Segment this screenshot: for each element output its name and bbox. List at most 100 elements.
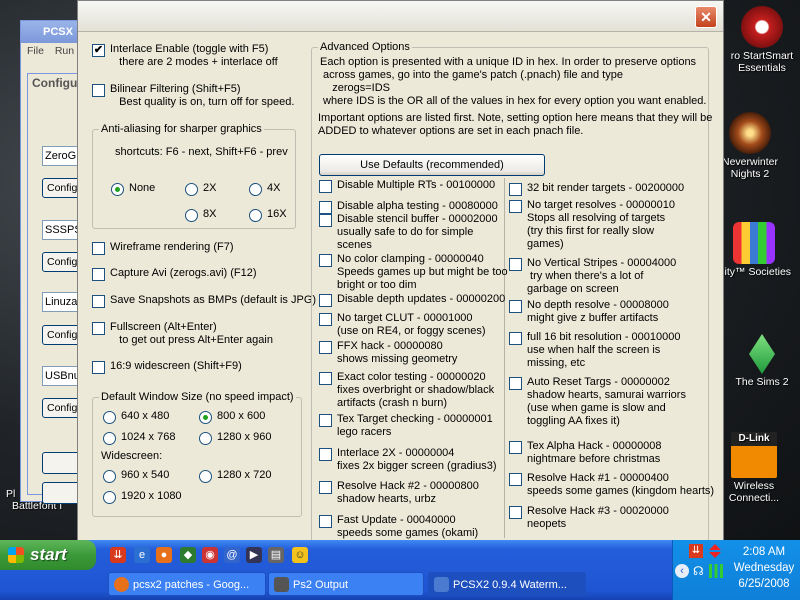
advanced-option-check-box[interactable]: [319, 180, 332, 193]
advanced-option-check-box[interactable]: [319, 414, 332, 427]
quicklaunch-messenger-icon[interactable]: @: [224, 547, 240, 563]
aa-radio-16x-dot[interactable]: [249, 209, 262, 222]
tray-up-arrow-icon[interactable]: [709, 544, 721, 550]
advanced-option-checkbox[interactable]: Disable depth updates - 00000200: [319, 293, 505, 307]
size-radio-1280x960-dot[interactable]: [199, 432, 212, 445]
interlace-check-box[interactable]: ✔: [92, 44, 105, 57]
widescreen-check-box[interactable]: [92, 361, 105, 374]
quicklaunch-folder-icon[interactable]: ▤: [268, 547, 284, 563]
aa-radio-4x[interactable]: 4X: [249, 182, 280, 196]
size-radio-1920-dot[interactable]: [103, 491, 116, 504]
quicklaunch-smiley-icon[interactable]: ☺: [292, 547, 308, 563]
advanced-option-check-box[interactable]: [509, 200, 522, 213]
advanced-option-checkbox[interactable]: Tex Target checking - 00000001 lego race…: [319, 413, 493, 439]
bilinear-check-box[interactable]: [92, 84, 105, 97]
size-radio-960[interactable]: 960 x 540: [103, 469, 169, 483]
advanced-option-checkbox[interactable]: Disable stencil buffer - 00002000 usuall…: [319, 213, 498, 252]
task-pcsx2[interactable]: PCSX2 0.9.4 Waterm...: [428, 572, 586, 596]
aa-radio-4x-dot[interactable]: [249, 183, 262, 196]
advanced-option-checkbox[interactable]: Disable alpha testing - 00080000: [319, 200, 498, 214]
advanced-option-checkbox[interactable]: No target CLUT - 00001000 (use on RE4, o…: [319, 312, 486, 338]
desktop-icon-startsmart[interactable]: ro StartSmart Essentials: [722, 6, 800, 74]
snapshots-bmp-checkbox[interactable]: Save Snapshots as BMPs (default is JPG): [92, 294, 316, 308]
advanced-option-check-box[interactable]: [509, 300, 522, 313]
start-button[interactable]: start: [0, 540, 96, 570]
size-radio-800-dot[interactable]: [199, 411, 212, 424]
advanced-option-check-box[interactable]: [319, 294, 332, 307]
aa-radio-8x-dot[interactable]: [185, 209, 198, 222]
advanced-option-checkbox[interactable]: Exact color testing - 00000020 fixes ove…: [319, 371, 494, 410]
size-radio-640-dot[interactable]: [103, 411, 116, 424]
advanced-option-check-box[interactable]: [509, 258, 522, 271]
tray-down-arrow-icon[interactable]: [709, 552, 721, 558]
advanced-option-check-box[interactable]: [319, 341, 332, 354]
advanced-option-checkbox[interactable]: Resolve Hack #2 - 00000800 shadow hearts…: [319, 480, 479, 506]
advanced-option-checkbox[interactable]: Interlace 2X - 00000004 fixes 2x bigger …: [319, 447, 497, 473]
capture-avi-check-box[interactable]: [92, 268, 105, 281]
advanced-option-check-box[interactable]: [319, 254, 332, 267]
advanced-option-checkbox[interactable]: Auto Reset Targs - 00000002 shadow heart…: [509, 376, 686, 428]
advanced-option-checkbox[interactable]: Disable Multiple RTs - 00100000: [319, 179, 495, 193]
advanced-option-check-box[interactable]: [509, 506, 522, 519]
fullscreen-checkbox[interactable]: Fullscreen (Alt+Enter) to get out press …: [92, 321, 273, 347]
quicklaunch-pcsx2-icon[interactable]: ⇊: [110, 547, 126, 563]
wireframe-checkbox[interactable]: Wireframe rendering (F7): [92, 241, 233, 255]
advanced-option-checkbox[interactable]: No depth resolve - 00008000 might give z…: [509, 299, 669, 325]
size-radio-960-dot[interactable]: [103, 470, 116, 483]
advanced-option-checkbox[interactable]: Resolve Hack #3 - 00020000 neopets: [509, 505, 669, 531]
advanced-option-check-box[interactable]: [319, 313, 332, 326]
interlace-checkbox[interactable]: ✔ Interlace Enable (toggle with F5) ther…: [92, 43, 278, 69]
quicklaunch-firefox-icon[interactable]: ●: [156, 547, 172, 563]
advanced-option-check-box[interactable]: [319, 481, 332, 494]
widescreen-checkbox[interactable]: 16:9 widescreen (Shift+F9): [92, 360, 242, 374]
advanced-option-check-box[interactable]: [509, 183, 522, 196]
size-radio-640[interactable]: 640 x 480: [103, 410, 169, 424]
aa-radio-none[interactable]: None: [111, 182, 155, 196]
bg-window-titlebar[interactable]: PCSX: [21, 21, 85, 43]
size-radio-1280x960[interactable]: 1280 x 960: [199, 431, 271, 445]
quicklaunch-player-icon[interactable]: ▶: [246, 547, 262, 563]
size-radio-1024[interactable]: 1024 x 768: [103, 431, 175, 445]
advanced-option-check-box[interactable]: [319, 515, 332, 528]
use-defaults-button[interactable]: Use Defaults (recommended): [319, 154, 545, 176]
size-radio-1280x720[interactable]: 1280 x 720: [199, 469, 271, 483]
advanced-option-check-box[interactable]: [319, 214, 332, 227]
aa-radio-2x-dot[interactable]: [185, 183, 198, 196]
aa-radio-8x[interactable]: 8X: [185, 208, 216, 222]
fullscreen-check-box[interactable]: [92, 322, 105, 335]
close-button[interactable]: ✕: [695, 6, 717, 28]
tray-pcsx2-icon[interactable]: ⇊: [689, 544, 703, 558]
task-ps2-output[interactable]: Ps2 Output: [268, 572, 424, 596]
advanced-option-check-box[interactable]: [509, 441, 522, 454]
quicklaunch-media-icon[interactable]: ◆: [180, 547, 196, 563]
dialog-titlebar[interactable]: ✕: [78, 1, 723, 32]
advanced-option-check-box[interactable]: [319, 372, 332, 385]
advanced-option-checkbox[interactable]: Resolve Hack #1 - 00000400 speeds some g…: [509, 472, 714, 498]
quicklaunch-ie-icon[interactable]: e: [134, 547, 150, 563]
advanced-option-check-box[interactable]: [509, 332, 522, 345]
desktop-icon-city-societies[interactable]: City™ Societies: [714, 222, 794, 278]
advanced-option-checkbox[interactable]: Tex Alpha Hack - 00000008 nightmare befo…: [509, 440, 662, 466]
tray-network-icon[interactable]: ☊: [693, 564, 707, 578]
advanced-option-checkbox[interactable]: full 16 bit resolution - 00010000 use wh…: [509, 331, 681, 370]
advanced-option-checkbox[interactable]: 32 bit render targets - 00200000: [509, 182, 684, 196]
advanced-option-checkbox[interactable]: Fast Update - 00040000 speeds some games…: [319, 514, 478, 540]
aa-radio-2x[interactable]: 2X: [185, 182, 216, 196]
advanced-option-checkbox[interactable]: No target resolves - 00000010 Stops all …: [509, 199, 675, 251]
aa-radio-16x[interactable]: 16X: [249, 208, 287, 222]
desktop-icon-my[interactable]: My: [0, 50, 22, 62]
advanced-option-checkbox[interactable]: No color clamping - 00000040 Speeds game…: [319, 253, 508, 292]
aa-radio-none-dot[interactable]: [111, 183, 124, 196]
bilinear-checkbox[interactable]: Bilinear Filtering (Shift+F5) Best quali…: [92, 83, 294, 109]
size-radio-1024-dot[interactable]: [103, 432, 116, 445]
snapshots-bmp-check-box[interactable]: [92, 295, 105, 308]
desktop-icon-dlink[interactable]: D-Link Wireless Connecti...: [714, 432, 794, 504]
tray-expand-icon[interactable]: ‹: [675, 564, 689, 578]
size-radio-1920[interactable]: 1920 x 1080: [103, 490, 182, 504]
wireframe-check-box[interactable]: [92, 242, 105, 255]
size-radio-800[interactable]: 800 x 600: [199, 410, 265, 424]
desktop-icon-sims2[interactable]: The Sims 2: [722, 334, 800, 388]
clock-time[interactable]: 2:08 AM: [729, 544, 799, 560]
capture-avi-checkbox[interactable]: Capture Avi (zerogs.avi) (F12): [92, 267, 257, 281]
advanced-option-checkbox[interactable]: No Vertical Stripes - 00004000 try when …: [509, 257, 676, 296]
